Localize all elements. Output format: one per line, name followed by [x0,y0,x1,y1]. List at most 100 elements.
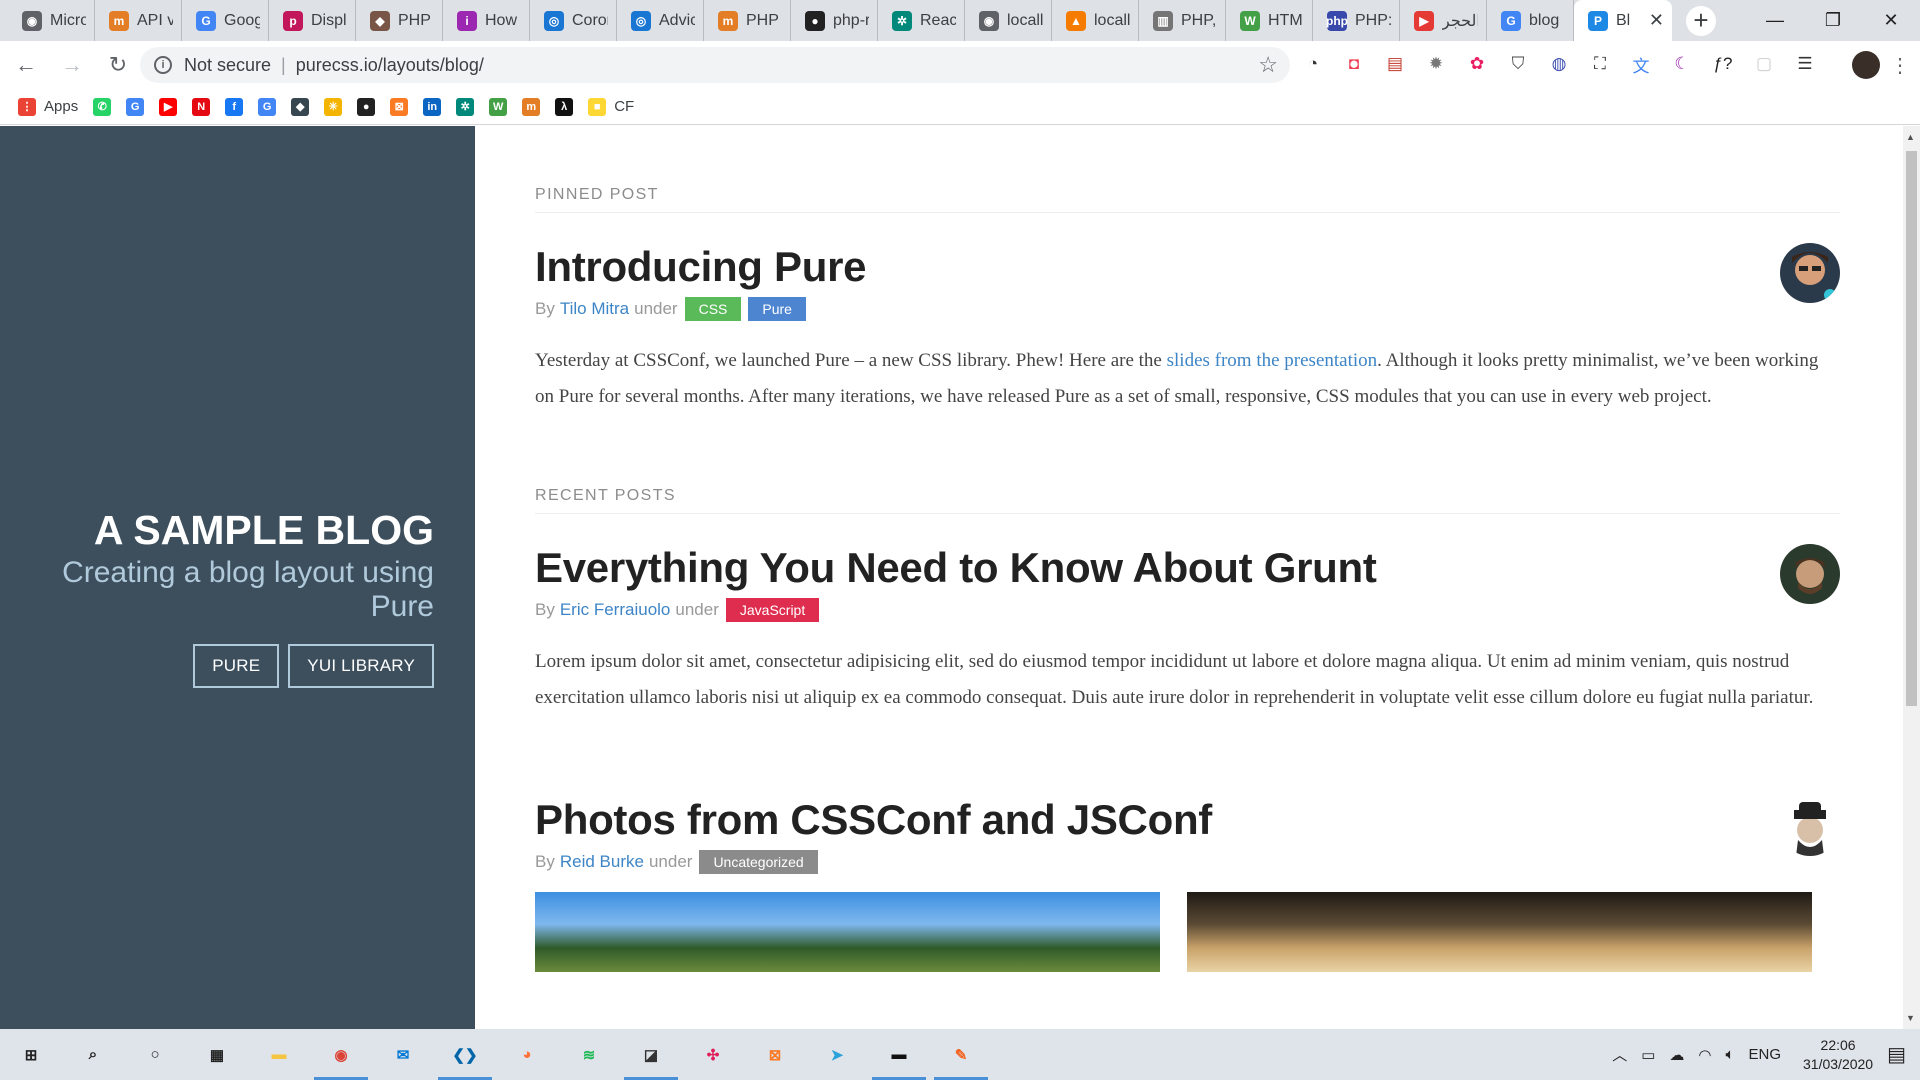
taskbar-app-icon[interactable]: ✣ [682,1029,744,1080]
notifications-icon[interactable]: ▤ [1887,1042,1906,1067]
onedrive-icon[interactable]: ☁ [1669,1046,1684,1064]
browser-tab[interactable]: i How [443,0,530,41]
battery-icon[interactable]: ▭ [1641,1046,1655,1064]
author-link[interactable]: Eric Ferraiuolo [560,600,671,620]
scroll-down-arrow-icon[interactable]: ▼ [1906,1013,1915,1023]
page-scrollbar[interactable]: ▲ ▼ [1903,126,1920,1029]
taskbar-app-icon[interactable]: ✉ [372,1029,434,1080]
taskbar-app-icon[interactable]: ⌕ [62,1029,124,1080]
address-bar[interactable]: i Not secure | purecss.io/layouts/blog/ … [140,47,1290,83]
media-extension-icon[interactable]: ☰ [1792,51,1818,77]
bookmark-star-icon[interactable]: ☆ [1258,52,1278,78]
bookmark-item[interactable]: in [423,97,442,116]
scroll-up-arrow-icon[interactable]: ▲ [1906,132,1915,142]
taskbar-app-icon[interactable]: ◉ [310,1029,372,1080]
browser-tab[interactable]: m PHP v [704,0,791,41]
circle-extension-icon[interactable]: ◍ [1546,51,1572,77]
scrollbar-thumb[interactable] [1906,151,1917,706]
bookmark-item[interactable]: ✲ [456,97,475,116]
taskbar-app-icon[interactable]: ◕ [496,1029,558,1080]
author-link[interactable]: Tilo Mitra [560,299,629,319]
shield-extension-icon[interactable]: ⛉ [1505,51,1531,77]
photo-palm-trees[interactable] [535,892,1160,972]
taskbar-app-icon[interactable]: ▬ [868,1029,930,1080]
speed-extension-icon[interactable]: ◔ [1300,51,1326,77]
tag-css[interactable]: CSS [684,297,742,321]
bookmark-item[interactable]: ✳ [324,97,343,116]
gear-extension-icon[interactable]: ✹ [1423,51,1449,77]
tag-pure[interactable]: Pure [748,297,806,321]
browser-tab[interactable]: P Bl ✕ [1574,0,1672,41]
taskbar-app-icon[interactable]: ❮❯ [434,1029,496,1080]
moon-extension-icon[interactable]: ☾ [1669,51,1695,77]
browser-tab[interactable]: ● php-r [791,0,878,41]
browser-tab[interactable]: php PHP: [1313,0,1400,41]
tag-uncategorized[interactable]: Uncategorized [699,850,818,874]
slides-link[interactable]: slides from the presentation [1167,350,1378,371]
bookmark-item[interactable]: f [225,97,244,116]
post-title[interactable]: Everything You Need to Know About Grunt [535,544,1840,592]
post-title[interactable]: Photos from CSSConf and JSConf [535,796,1840,844]
taskbar-app-icon[interactable]: ▬ [248,1029,310,1080]
browser-tab[interactable]: ◎ Coron [530,0,617,41]
browser-tab[interactable]: p Displ [269,0,356,41]
bookmark-item[interactable]: ◆ [291,97,310,116]
nav-pure-button[interactable]: Pure [193,644,280,688]
close-tab-icon[interactable]: ✕ [1649,10,1664,31]
taskbar-app-icon[interactable]: ◪ [620,1029,682,1080]
volume-icon[interactable]: 🔈︎ [1725,1046,1734,1063]
taskbar-app-icon[interactable]: ≋ [558,1029,620,1080]
bookmark-item[interactable]: G [258,97,277,116]
pdf-extension-icon[interactable]: ▤ [1382,51,1408,77]
url-text[interactable]: purecss.io/layouts/blog/ [296,55,484,76]
bookmark-item[interactable]: m [522,97,541,116]
bookmark-item[interactable]: λ [555,97,574,116]
browser-tab[interactable]: ✲ React [878,0,965,41]
nav-yui-library-button[interactable]: YUI Library [288,644,434,688]
profile-avatar[interactable] [1852,51,1880,79]
taskbar-app-icon[interactable]: ⊞ [0,1029,62,1080]
browser-tab[interactable]: ▲ locall [1052,0,1139,41]
forward-icon[interactable]: → [52,45,92,85]
taskbar-app-icon[interactable]: ○ [124,1029,186,1080]
photo-cloudy-sky[interactable] [1187,892,1812,972]
taskbar-app-icon[interactable]: ▦ [186,1029,248,1080]
pocket-extension-icon[interactable]: ◘ [1341,51,1367,77]
translate-extension-icon[interactable]: 文 [1628,51,1654,77]
clock[interactable]: 22:06 31/03/2020 [1803,1036,1873,1074]
font-extension-icon[interactable]: ƒ? [1710,51,1736,77]
bookmark-item[interactable]: N [192,97,211,116]
minimize-button[interactable]: — [1746,0,1804,41]
taskbar-app-icon[interactable]: ✎ [930,1029,992,1080]
browser-tab[interactable]: ◉ locall [965,0,1052,41]
browser-tab[interactable]: Gblog [1487,0,1574,41]
wifi-icon[interactable]: ◠ [1698,1046,1711,1064]
tag-javascript[interactable]: JavaScript [725,598,820,622]
bookmark-item[interactable]: ▶ [159,97,178,116]
maximize-button[interactable]: ❐ [1804,0,1862,41]
screenshot-extension-icon[interactable]: ⛶ [1587,51,1613,77]
browser-tab[interactable]: ▶ الحجر [1400,0,1487,41]
bookmark-item[interactable]: ✆ [93,97,112,116]
bookmark-item[interactable]: ● [357,97,376,116]
bookmark-item[interactable]: ■ CF [588,97,634,116]
bookmark-item[interactable]: G [126,97,145,116]
browser-tab[interactable]: ▥ PHP, [1139,0,1226,41]
taskbar-app-icon[interactable]: ➤ [806,1029,868,1080]
browser-tab[interactable]: m API v [95,0,182,41]
bookmark-item[interactable]: ⊠ [390,97,409,116]
browser-tab[interactable]: ◉ Micro [8,0,95,41]
bookmark-item[interactable]: W [489,97,508,116]
post-title[interactable]: Introducing Pure [535,243,1840,291]
browser-tab[interactable]: W HTM [1226,0,1313,41]
back-icon[interactable]: ← [6,45,46,85]
close-window-button[interactable]: ✕ [1862,0,1920,41]
language-indicator[interactable]: ENG [1749,1046,1782,1063]
info-icon[interactable]: i [154,56,172,74]
color-extension-icon[interactable]: ✿ [1464,51,1490,77]
bookmark-item[interactable]: ⋮ Apps [18,97,78,116]
browser-tab[interactable]: ◆ PHP [356,0,443,41]
browser-tab[interactable]: G Goog [182,0,269,41]
author-link[interactable]: Reid Burke [560,852,644,872]
menu-icon[interactable]: ⋮ [1890,53,1910,78]
